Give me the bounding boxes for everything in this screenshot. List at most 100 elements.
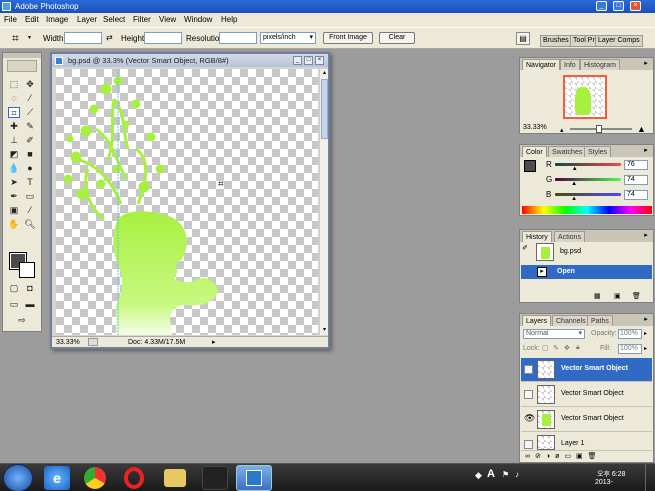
- tab-paths[interactable]: Paths: [587, 315, 613, 326]
- image-canvas[interactable]: ⌗: [56, 69, 318, 335]
- b-slider[interactable]: [555, 193, 621, 196]
- tab-history[interactable]: History: [522, 231, 552, 242]
- zoom-slider[interactable]: [570, 125, 632, 133]
- lock-move-icon[interactable]: ✥: [564, 344, 570, 352]
- g-value[interactable]: 74: [624, 175, 648, 185]
- clock-time[interactable]: 오후 6:28: [597, 469, 625, 479]
- jump-to-imageready-icon[interactable]: ⇨: [8, 315, 36, 326]
- screen-mode-full-icon[interactable]: ▬: [24, 299, 36, 310]
- layer-visibility-toggle[interactable]: [524, 365, 533, 374]
- minimize-button[interactable]: _: [596, 1, 607, 11]
- type-tool-icon[interactable]: T: [24, 177, 36, 188]
- brush-tool-icon[interactable]: ✎: [24, 121, 36, 132]
- move-tool-icon[interactable]: ✥: [24, 79, 36, 90]
- menu-image[interactable]: Image: [46, 13, 68, 27]
- layer-row[interactable]: Vector Smart Object: [521, 383, 652, 407]
- color-fg-swatch[interactable]: [524, 160, 536, 172]
- lock-paint-icon[interactable]: ✎: [553, 344, 559, 352]
- lasso-tool-icon[interactable]: ◌: [8, 93, 20, 104]
- width-input[interactable]: [64, 32, 102, 44]
- height-input[interactable]: [144, 32, 182, 44]
- panel-menu-icon[interactable]: ▸: [642, 316, 650, 324]
- magic-wand-tool-icon[interactable]: ⁄: [24, 93, 36, 104]
- tab-styles[interactable]: Styles: [584, 146, 612, 157]
- quick-mask-mode-icon[interactable]: ◘: [24, 283, 36, 294]
- swap-icon[interactable]: ⇄: [106, 33, 113, 42]
- tab-histogram[interactable]: Histogram: [580, 59, 620, 70]
- trash-icon[interactable]: 🗑︎: [632, 292, 641, 300]
- b-slider-thumb[interactable]: ▲: [571, 196, 577, 202]
- color-ramp[interactable]: [522, 206, 652, 214]
- document-zoom[interactable]: 33.33%: [56, 337, 80, 348]
- panel-menu-icon[interactable]: ▸: [642, 60, 650, 68]
- g-slider[interactable]: [555, 178, 621, 181]
- fill-input[interactable]: 100%: [618, 344, 642, 354]
- tab-actions[interactable]: Actions: [554, 231, 585, 242]
- history-snapshot-label[interactable]: bg.psd: [560, 248, 581, 255]
- crop-tool-icon[interactable]: ⌗: [8, 107, 20, 118]
- clone-stamp-tool-icon[interactable]: ⊥: [8, 135, 20, 146]
- tab-swatches[interactable]: Swatches: [548, 146, 587, 157]
- r-slider[interactable]: [555, 163, 621, 166]
- dodge-tool-icon[interactable]: ●: [24, 163, 36, 174]
- r-slider-thumb[interactable]: ▲: [572, 166, 578, 172]
- lock-all-icon[interactable]: 🔒︎: [576, 344, 580, 352]
- start-button[interactable]: [3, 464, 33, 491]
- path-selection-tool-icon[interactable]: ➤: [8, 177, 20, 188]
- opacity-chevron-icon[interactable]: ▸: [644, 330, 647, 337]
- history-brush-source-icon[interactable]: ✐: [522, 244, 531, 253]
- lock-transparent-icon[interactable]: ▢: [542, 344, 549, 352]
- app-window-icon[interactable]: [202, 466, 228, 490]
- background-color-swatch[interactable]: [19, 262, 35, 278]
- layer-visibility-toggle[interactable]: [524, 440, 533, 449]
- clear-button[interactable]: Clear: [379, 32, 415, 44]
- menu-file[interactable]: File: [4, 13, 17, 27]
- menu-layer[interactable]: Layer: [77, 13, 97, 27]
- palette-well-brushes[interactable]: Brushes: [540, 35, 572, 47]
- resolution-input[interactable]: [219, 32, 257, 44]
- history-item[interactable]: ▸ Open: [521, 265, 652, 279]
- panel-menu-icon[interactable]: ▸: [642, 147, 650, 155]
- folder-icon[interactable]: [164, 469, 186, 487]
- fill-chevron-icon[interactable]: ▸: [644, 345, 647, 352]
- menu-filter[interactable]: Filter: [133, 13, 151, 27]
- maximize-button[interactable]: □: [613, 1, 624, 11]
- layer-row[interactable]: Vector Smart Object: [521, 358, 652, 382]
- tab-layers[interactable]: Layers: [522, 315, 552, 326]
- eyedropper-tool-icon[interactable]: ⁄: [24, 205, 36, 216]
- crop-tool-preset-icon[interactable]: ⌗: [12, 31, 26, 45]
- scroll-thumb[interactable]: [321, 79, 328, 139]
- zoom-out-icon[interactable]: ▴: [560, 126, 564, 134]
- palette-well-icon[interactable]: ▤: [516, 32, 530, 45]
- flag-icon[interactable]: ⚑: [502, 470, 509, 479]
- b-value[interactable]: 74: [624, 190, 648, 200]
- g-slider-thumb[interactable]: ▲: [571, 181, 577, 187]
- tab-channels[interactable]: Channels: [552, 315, 590, 326]
- opacity-input[interactable]: 100%: [618, 329, 642, 339]
- shape-tool-icon[interactable]: ▭: [24, 191, 36, 202]
- chrome-icon[interactable]: [84, 467, 106, 489]
- layer-visibility-toggle[interactable]: [524, 390, 533, 399]
- photoshop-taskbar-button[interactable]: [236, 465, 272, 491]
- new-snapshot-icon[interactable]: ▣: [614, 292, 621, 300]
- zoom-slider-thumb[interactable]: [596, 125, 602, 133]
- new-document-from-state-icon[interactable]: ▦: [594, 292, 601, 300]
- notes-tool-icon[interactable]: ▣: [8, 205, 20, 216]
- blur-tool-icon[interactable]: 💧: [8, 163, 20, 174]
- adobe-online-icon[interactable]: [7, 60, 37, 72]
- r-value[interactable]: 76: [624, 160, 648, 170]
- vertical-scrollbar[interactable]: ▴ ▾: [319, 69, 328, 335]
- palette-well-layer-comps[interactable]: Layer Comps: [595, 35, 643, 47]
- chevron-down-icon[interactable]: ▾: [28, 34, 31, 41]
- menu-view[interactable]: View: [159, 13, 176, 27]
- doc-maximize-button[interactable]: □: [304, 56, 313, 65]
- layer-row[interactable]: 👁︎ Vector Smart Object: [521, 408, 652, 432]
- doc-minimize-button[interactable]: _: [293, 56, 302, 65]
- blend-mode-select[interactable]: Normal ▾: [523, 329, 585, 339]
- zoom-tool-icon[interactable]: 🔍︎: [24, 219, 36, 230]
- navigator-preview[interactable]: [563, 75, 607, 119]
- slice-tool-icon[interactable]: ⟋: [24, 107, 36, 118]
- tab-navigator[interactable]: Navigator: [522, 59, 560, 70]
- show-desktop-button[interactable]: [645, 464, 655, 491]
- scroll-up-icon[interactable]: ▴: [321, 69, 328, 78]
